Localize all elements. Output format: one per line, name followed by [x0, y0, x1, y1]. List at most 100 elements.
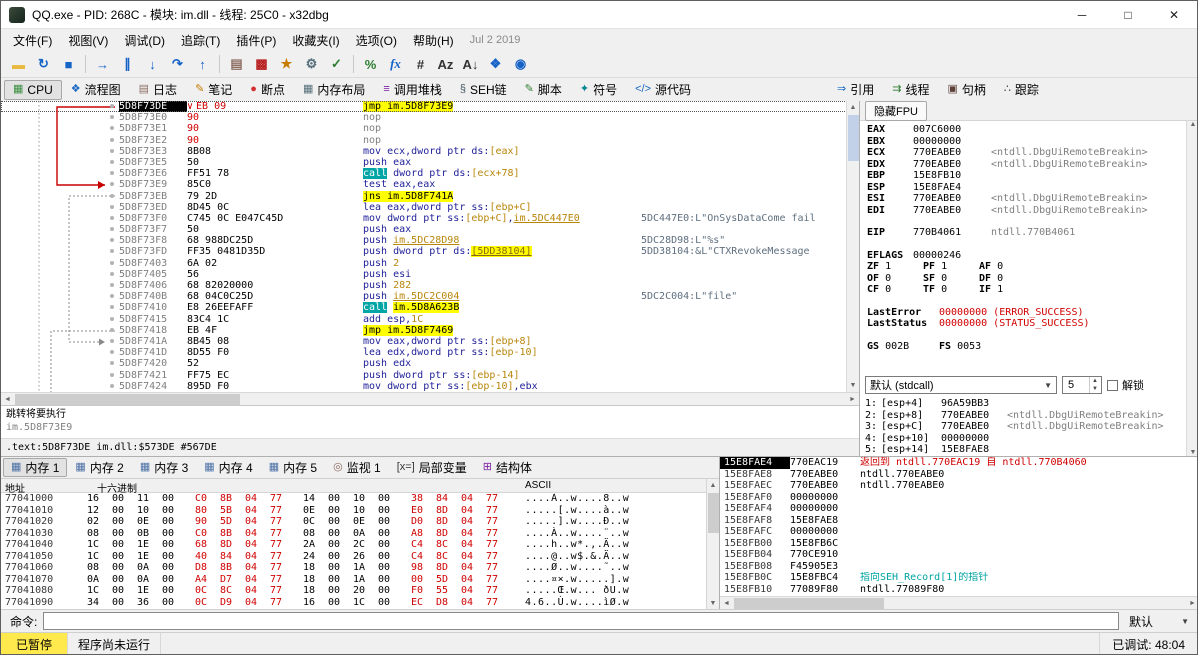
scroll-down-icon[interactable]: ▼ — [847, 379, 859, 392]
scrollbar-thumb[interactable] — [708, 493, 719, 533]
stack-row[interactable]: 15E8FAE8770EABE0ntdll.770EABE0 — [720, 469, 1198, 481]
tab-notes[interactable]: ✎笔记 — [186, 80, 241, 100]
check-icon[interactable]: ✓ — [324, 53, 349, 75]
memory-row[interactable]: 770410801C001E000C8C047718002000F0550477… — [1, 585, 706, 597]
menu-item[interactable]: 追踪(T) — [173, 30, 228, 51]
tab-cpu[interactable]: ▦CPU — [4, 80, 62, 100]
disasm-row[interactable]: 5D8F7410E8 26EEFAFFcall im.5D8A623B — [1, 302, 859, 313]
register-row[interactable]: EDI770EABE0<ntdll.DbgUiRemoteBreakin> — [860, 205, 1187, 217]
breakpoint-dot[interactable] — [110, 138, 114, 142]
register-row[interactable]: LastError00000000 (ERROR_SUCCESS) — [860, 307, 1187, 319]
tab-memory-1[interactable]: ▦内存 1 — [3, 458, 67, 477]
disasm-row[interactable]: 5D8F74036A 02push 2 — [1, 258, 859, 269]
tab-log[interactable]: ▤日志 — [130, 80, 186, 100]
log-window-icon[interactable]: ▤ — [224, 53, 249, 75]
scrollbar-thumb[interactable] — [734, 598, 884, 609]
tab-watch-1[interactable]: ◎监视 1 — [325, 458, 389, 477]
scrollbar-thumb[interactable] — [15, 394, 240, 405]
tab-symbols[interactable]: ✦符号 — [571, 80, 626, 100]
flags-row[interactable]: CF 0TF 0IF 1 — [860, 284, 1187, 296]
breakpoint-dot[interactable] — [110, 261, 114, 265]
disasm-row[interactable]: 5D8F73DE∨EB 09jmp im.5D8F73E9 — [1, 101, 859, 112]
argument-count-stepper[interactable]: 5 ▲▼ — [1062, 376, 1102, 394]
breakpoint-dot[interactable] — [110, 205, 114, 209]
breakpoint-dot[interactable] — [110, 350, 114, 354]
segments-row[interactable]: GS 002BFS 0053 — [860, 341, 1187, 353]
menu-item[interactable]: 帮助(H) — [405, 30, 462, 51]
tab-memory-5[interactable]: ▦内存 5 — [261, 458, 325, 477]
memory-row[interactable]: 7704106008000A00D88B047718001A00988D0477… — [1, 562, 706, 574]
register-row[interactable]: ESP15E8FAE4 — [860, 182, 1187, 194]
stack-row[interactable]: 15E8FB1077089F80ntdll.77089F80 — [720, 584, 1198, 596]
breakpoint-dot[interactable] — [110, 283, 114, 287]
run-to-return-icon[interactable]: ↑ — [190, 53, 215, 75]
argument-row[interactable]: 2:[esp+8]770EABE0<ntdll.DbgUiRemoteBreak… — [860, 410, 1187, 422]
disasm-row[interactable]: 5D8F741A8B45 08mov eax,dword ptr ss:[ebp… — [1, 336, 859, 347]
stack-row[interactable]: 15E8FAE4770EAC19返回到 ntdll.770EAC19 自 ntd… — [720, 457, 1198, 469]
menu-item[interactable]: 收藏夹(I) — [284, 30, 347, 51]
registers-vertical-scrollbar[interactable]: ▲▼ — [1186, 121, 1198, 456]
tab-memory-map[interactable]: ▦内存布局 — [294, 80, 374, 100]
disasm-horizontal-scrollbar[interactable]: ◄ ► — [1, 392, 859, 405]
stack-row[interactable]: 15E8FB0015E8FB6C — [720, 538, 1198, 550]
stack-row[interactable]: 15E8FAEC770EABE0ntdll.770EABE0 — [720, 480, 1198, 492]
tab-handles[interactable]: ▣句柄 — [939, 80, 995, 100]
memory-row[interactable]: 77041090340036000CD9047716001C00ECD80477… — [1, 597, 706, 609]
tab-locals[interactable]: [x=]局部变量 — [389, 458, 475, 477]
scroll-up-icon[interactable]: ▲ — [707, 479, 719, 492]
stack-row[interactable]: 15E8FAF000000000 — [720, 492, 1198, 504]
breakpoint-dot[interactable] — [110, 384, 114, 388]
disasm-row[interactable]: 5D8F73E090nop — [1, 112, 859, 123]
tab-struct[interactable]: ⊞结构体 — [475, 458, 540, 477]
register-row[interactable]: EFLAGS00000246 — [860, 250, 1187, 262]
breakpoint-dot[interactable] — [110, 305, 114, 309]
disasm-row[interactable]: 5D8F7424895D F0mov dword ptr ss:[ebp-10]… — [1, 381, 859, 392]
open-file-icon[interactable]: ▬ — [6, 53, 31, 75]
disasm-row[interactable]: 5D8F73E190nop — [1, 123, 859, 134]
flags-row[interactable]: ZF 1PF 1AF 0 — [860, 261, 1187, 273]
disasm-row[interactable]: 5D8F73E290nop — [1, 135, 859, 146]
shapes-icon[interactable]: ❖ — [483, 53, 508, 75]
register-row[interactable]: EDX770EABE0<ntdll.DbgUiRemoteBreakin> — [860, 159, 1187, 171]
menu-item[interactable]: 选项(O) — [348, 30, 405, 51]
pause-icon[interactable]: ∥ — [115, 53, 140, 75]
az-icon[interactable]: Az — [433, 53, 458, 75]
command-input[interactable] — [43, 612, 1119, 630]
stack-row[interactable]: 15E8FB0C15E8FBC4指向SEH_Record[1]的指针 — [720, 572, 1198, 584]
disasm-row[interactable]: 5D8F73F0C745 0C E047C45Dmov dword ptr ss… — [1, 213, 859, 224]
sort-az-icon[interactable]: A↓ — [458, 53, 483, 75]
breakpoint-dot[interactable] — [110, 294, 114, 298]
tab-script[interactable]: ✎脚本 — [516, 80, 571, 100]
disasm-row[interactable]: 5D8F741583C4 1Cadd esp,1C — [1, 314, 859, 325]
stack-row[interactable]: 15E8FB08F45905E3 — [720, 561, 1198, 573]
fx-icon[interactable]: fx — [383, 53, 408, 75]
breakpoint-dot[interactable] — [110, 182, 114, 186]
stack-row[interactable]: 15E8FB04770CE910 — [720, 549, 1198, 561]
flags-row[interactable]: OF 0SF 0DF 0 — [860, 273, 1187, 285]
register-row[interactable]: EBX00000000 — [860, 136, 1187, 148]
argument-row[interactable]: 5:[esp+14]15E8FAE8 — [860, 444, 1187, 456]
tab-trace[interactable]: ∴跟踪 — [995, 80, 1048, 100]
register-row[interactable]: EIP770B4061ntdll.770B4061 — [860, 227, 1187, 239]
register-row[interactable]: EBP15E8FB10 — [860, 170, 1187, 182]
memory-row[interactable]: 770410401C001E00688D04772A002C00C48C0477… — [1, 539, 706, 551]
disasm-row[interactable]: 5D8F73E550push eax — [1, 157, 859, 168]
stack-row[interactable]: 15E8FAF400000000 — [720, 503, 1198, 515]
hash-icon[interactable]: # — [408, 53, 433, 75]
tab-memory-4[interactable]: ▦内存 4 — [196, 458, 260, 477]
breakpoint-dot[interactable] — [110, 171, 114, 175]
tab-references[interactable]: ⇒引用 — [828, 80, 883, 100]
register-row[interactable]: EAX007C6000 — [860, 124, 1187, 136]
restart-icon[interactable]: ↻ — [31, 53, 56, 75]
breakpoint-dot[interactable] — [110, 216, 114, 220]
breakpoint-dot[interactable] — [110, 249, 114, 253]
run-icon[interactable]: → — [90, 53, 115, 75]
disasm-row[interactable]: 5D8F73FDFF35 0481D35Dpush dword ptr ds:[… — [1, 246, 859, 257]
maximize-button[interactable]: □ — [1105, 1, 1151, 28]
breakpoint-dot[interactable] — [110, 194, 114, 198]
argument-row[interactable]: 4:[esp+10]00000000 — [860, 433, 1187, 445]
memory-row[interactable]: 770410700A000A00A4D7047718001A00005D0477… — [1, 574, 706, 586]
register-row[interactable]: LastStatus00000000 (STATUS_SUCCESS) — [860, 318, 1187, 330]
scrollbar-thumb[interactable] — [848, 115, 859, 161]
breakpoint-dot[interactable] — [110, 238, 114, 242]
